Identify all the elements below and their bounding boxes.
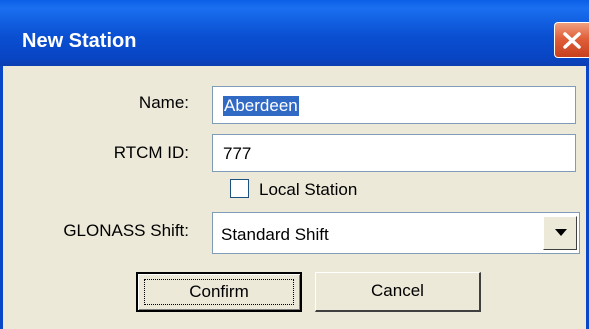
close-icon [563,32,581,49]
name-label: Name: [138,93,189,112]
rtcm-id-label: RTCM ID: [113,143,189,162]
name-field[interactable]: Aberdeen [212,86,576,124]
dropdown-button[interactable] [543,216,577,250]
title-bar[interactable]: New Station [0,0,589,66]
new-station-dialog: New Station Name: Aberdeen RTCM ID: 777 … [0,0,589,329]
glonass-shift-label: GLONASS Shift: [63,221,189,240]
window-frame-left [0,66,3,329]
focus-ring [144,279,294,305]
rtcm-id-value: 777 [223,144,252,163]
cancel-label: Cancel [371,281,424,300]
close-button[interactable] [554,22,589,58]
window-title: New Station [22,30,137,52]
local-station-checkbox[interactable] [230,179,249,198]
confirm-button[interactable]: Confirm [136,272,302,312]
glonass-shift-select[interactable]: Standard Shift [212,212,580,254]
glonass-shift-value: Standard Shift [221,225,329,244]
rtcm-id-field[interactable]: 777 [212,134,576,172]
chevron-down-icon [555,229,567,236]
cancel-button[interactable]: Cancel [315,272,481,312]
name-value: Aberdeen [223,96,299,116]
local-station-label[interactable]: Local Station [259,180,357,200]
